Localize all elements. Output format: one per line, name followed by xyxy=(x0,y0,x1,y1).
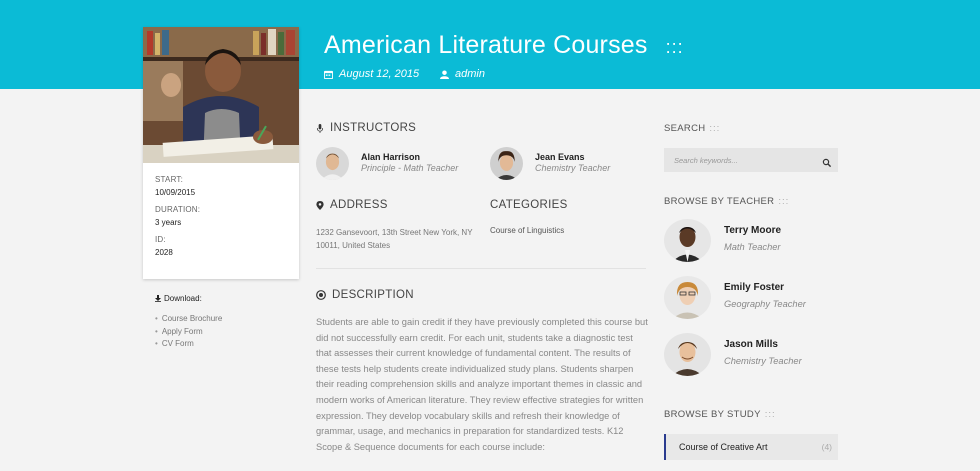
teacher-name[interactable]: Terry Moore xyxy=(724,225,781,236)
page-title-text: American Literature Courses xyxy=(324,31,648,59)
instructor-name[interactable]: Jean Evans xyxy=(535,152,585,162)
post-author-text[interactable]: admin xyxy=(455,68,485,80)
start-label: START: xyxy=(155,175,184,184)
address-heading: ADDRESS xyxy=(316,199,388,211)
calendar-icon xyxy=(324,70,333,79)
study-item-label[interactable]: Course of Creative Art xyxy=(679,442,768,452)
post-date: August 12, 2015 xyxy=(324,68,419,80)
teacher-avatar[interactable] xyxy=(664,333,711,376)
teacher-name[interactable]: Emily Foster xyxy=(724,282,784,293)
study-heading-dots: ::: xyxy=(764,409,776,420)
description-heading: DESCRIPTION xyxy=(316,289,414,301)
instructor-name[interactable]: Alan Harrison xyxy=(361,152,420,162)
study-item-count: (4) xyxy=(821,442,832,452)
download-label: Download: xyxy=(164,294,202,303)
info-start: START: 10/09/2015 xyxy=(155,175,195,197)
description-heading-text: DESCRIPTION xyxy=(332,289,414,301)
post-date-text: August 12, 2015 xyxy=(339,68,420,80)
description-text: Students are able to gain credit if they… xyxy=(316,317,648,452)
search-button[interactable] xyxy=(822,155,832,168)
search-input[interactable] xyxy=(664,148,814,172)
start-value: 10/09/2015 xyxy=(155,188,196,197)
teacher-avatar[interactable] xyxy=(664,276,711,319)
instructor-role: Principle - Math Teacher xyxy=(361,163,459,173)
teacher-name[interactable]: Jason Mills xyxy=(724,339,778,350)
id-label: ID: xyxy=(155,235,166,244)
teacher-avatar[interactable] xyxy=(664,219,711,262)
id-value: 2028 xyxy=(155,248,173,257)
user-icon xyxy=(440,69,449,79)
page-title: American Literature Courses::: xyxy=(324,31,684,60)
search-heading: SEARCH::: xyxy=(664,123,720,134)
download-heading: Download: xyxy=(155,294,202,303)
search-icon xyxy=(822,158,832,168)
address-heading-text: ADDRESS xyxy=(330,199,388,211)
map-marker-icon xyxy=(316,200,324,210)
study-heading: BROWSE BY STUDY::: xyxy=(664,409,776,420)
category-link[interactable]: Course of Linguistics xyxy=(490,226,564,235)
post-author[interactable]: admin xyxy=(440,68,485,80)
instructors-heading-text: INSTRUCTORS xyxy=(330,122,417,134)
address-text: 1232 Gansevoort, 13th Street New York, N… xyxy=(316,228,473,250)
categories-heading: CATEGORIES xyxy=(490,199,568,211)
teacher-role: Math Teacher xyxy=(724,242,781,252)
download-link-apply-form[interactable]: Apply Form xyxy=(155,326,222,339)
categories-heading-text: CATEGORIES xyxy=(490,199,568,211)
teacher-role: Geography Teacher xyxy=(724,299,806,309)
duration-value: 3 years xyxy=(155,218,182,227)
eye-icon xyxy=(316,290,326,300)
download-icon xyxy=(155,295,161,302)
download-link-cv-form[interactable]: CV Form xyxy=(155,338,222,351)
microphone-icon xyxy=(316,123,324,133)
study-item[interactable]: Course of Creative Art (4) xyxy=(664,434,838,460)
course-photo xyxy=(143,27,299,163)
info-duration: DURATION: 3 years xyxy=(155,205,200,227)
download-link-brochure[interactable]: Course Brochure xyxy=(155,313,222,326)
study-heading-text: BROWSE BY STUDY xyxy=(664,409,761,420)
instructor-avatar[interactable] xyxy=(316,147,349,180)
teacher-heading-dots: ::: xyxy=(778,196,790,207)
download-list: Course Brochure Apply Form CV Form xyxy=(155,313,222,351)
teacher-heading-text: BROWSE BY TEACHER xyxy=(664,196,775,207)
search-heading-text: SEARCH xyxy=(664,123,706,134)
instructors-heading: INSTRUCTORS xyxy=(316,122,416,134)
duration-label: DURATION: xyxy=(155,205,201,214)
course-info-card: START: 10/09/2015 DURATION: 3 years ID: … xyxy=(143,27,299,279)
instructor-role: Chemistry Teacher xyxy=(535,163,611,173)
divider xyxy=(316,268,646,269)
info-id: ID: 2028 xyxy=(155,235,173,257)
instructor-avatar[interactable] xyxy=(490,147,523,180)
title-dots: ::: xyxy=(665,37,684,57)
teacher-heading: BROWSE BY TEACHER::: xyxy=(664,196,789,207)
teacher-role: Chemistry Teacher xyxy=(724,356,802,366)
search-form xyxy=(664,148,838,172)
search-heading-dots: ::: xyxy=(709,123,721,134)
